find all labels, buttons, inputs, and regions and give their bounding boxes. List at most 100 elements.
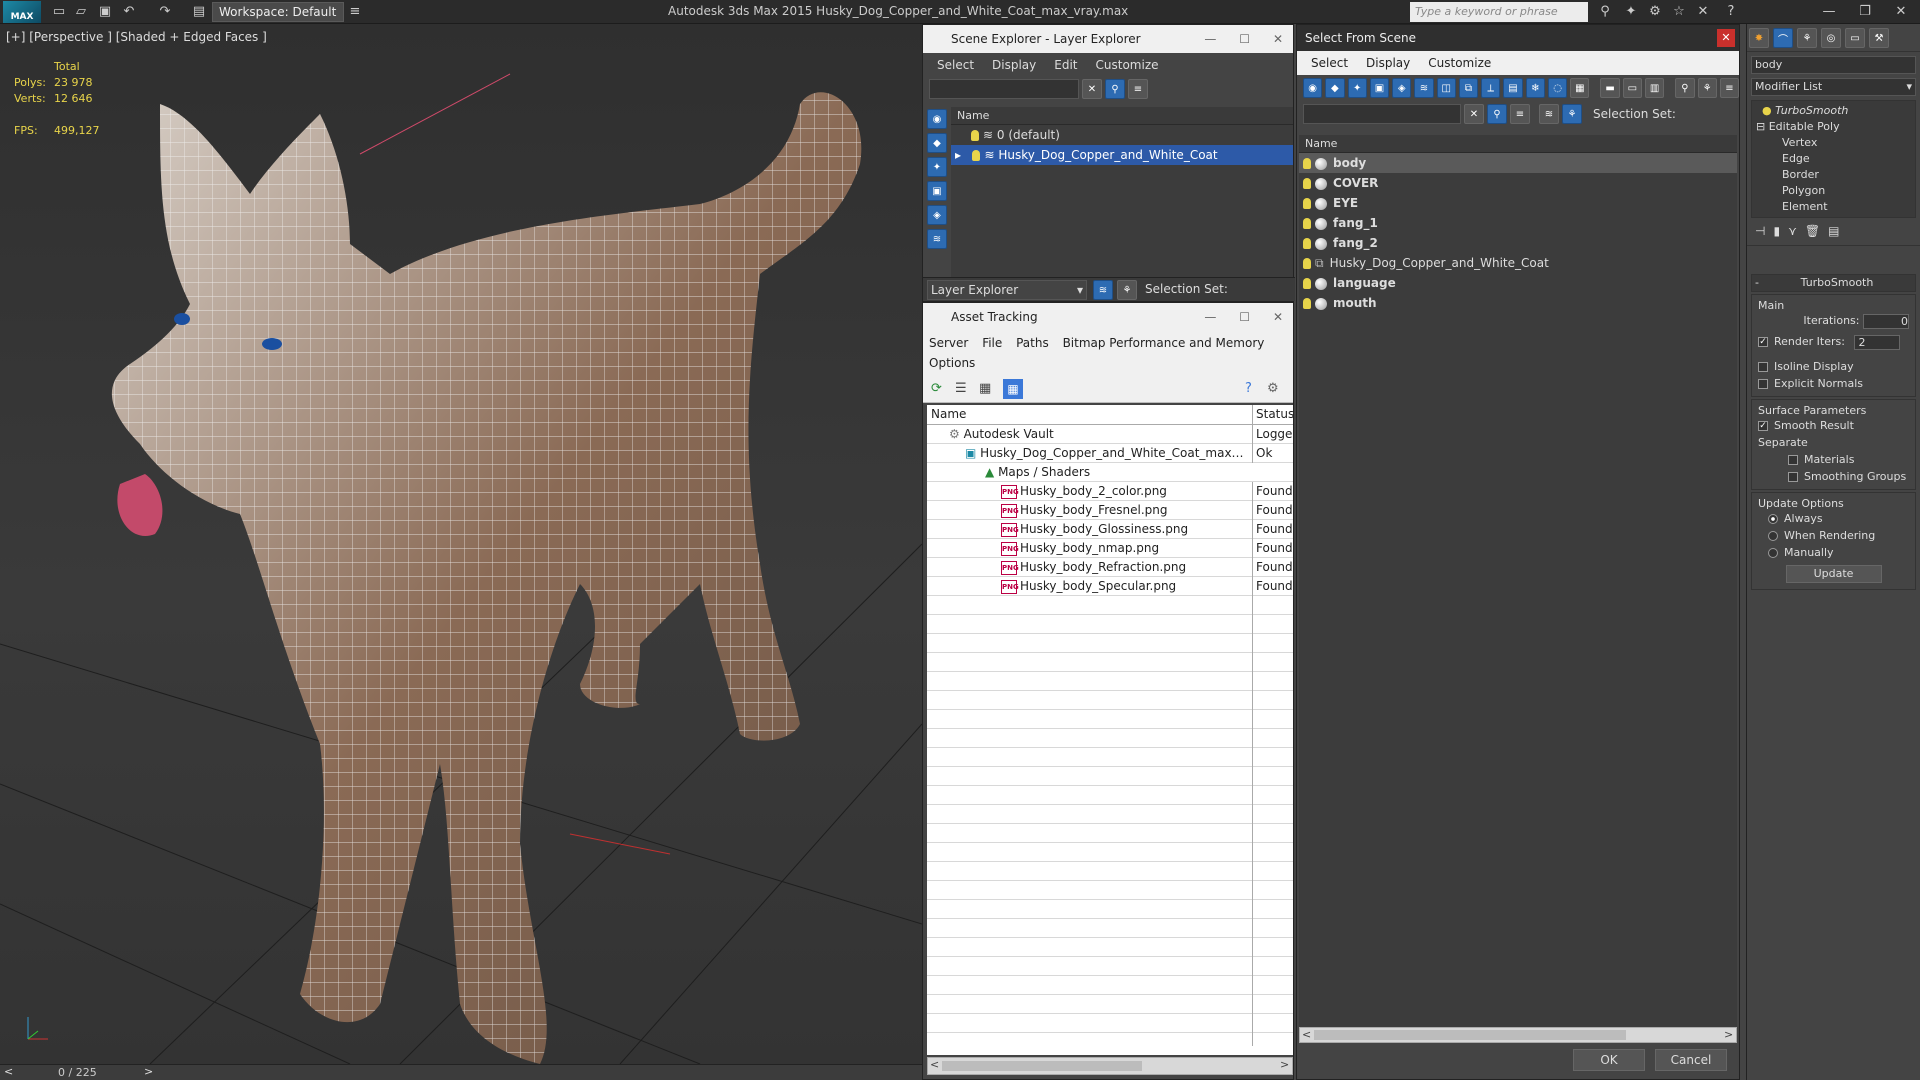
smooth-result-checkbox[interactable]: ✓: [1758, 421, 1768, 431]
select-from-scene-title[interactable]: Select From Scene ✕: [1297, 25, 1739, 51]
layer-column-name[interactable]: Name: [951, 107, 1293, 125]
display-geometry-icon[interactable]: ◉: [927, 109, 947, 129]
exchange-icon[interactable]: ✕: [1694, 3, 1712, 21]
column-status[interactable]: Status: [1252, 405, 1294, 424]
filter-cameras-icon[interactable]: ▣: [1369, 78, 1390, 98]
asset-row[interactable]: ⚙ Autodesk VaultLogged: [927, 425, 1294, 444]
filter-funnel-icon[interactable]: ⚲: [1675, 78, 1695, 98]
menu-select[interactable]: Select: [937, 53, 974, 77]
timeline-prev-icon[interactable]: <: [4, 1065, 13, 1078]
update-always-radio[interactable]: [1768, 514, 1778, 524]
close-icon[interactable]: ✕: [1884, 1, 1918, 23]
asset-row[interactable]: PNGHusky_body_Refraction.png Found: [927, 558, 1293, 577]
filter-frozen-icon[interactable]: ❄: [1525, 78, 1545, 98]
workspace-dropdown[interactable]: Workspace: Default: [212, 2, 344, 22]
asset-horizontal-scrollbar[interactable]: < >: [927, 1057, 1293, 1075]
layers-icon[interactable]: ≋: [1539, 104, 1559, 124]
hierarchy-mode-icon[interactable]: ⚘: [1562, 104, 1582, 124]
explicit-normals-checkbox[interactable]: [1758, 379, 1768, 389]
asset-row[interactable]: PNGHusky_body_2_color.png Found: [927, 482, 1293, 501]
menu-display[interactable]: Display: [992, 53, 1036, 77]
table-view-icon[interactable]: ▦: [1003, 379, 1023, 399]
clear-search-icon[interactable]: ✕: [1082, 79, 1102, 99]
layer-row-default[interactable]: ≋ 0 (default): [951, 125, 1293, 145]
separate-smoothing-checkbox[interactable]: [1788, 472, 1798, 482]
display-layers-icon[interactable]: ≋: [927, 229, 947, 249]
filter-xrefs-icon[interactable]: ⧉: [1458, 78, 1479, 98]
tools-icon[interactable]: ✦: [1622, 3, 1640, 21]
render-iters-checkbox[interactable]: ✓: [1758, 337, 1768, 347]
display-helpers-icon[interactable]: ◈: [927, 205, 947, 225]
menu-customize[interactable]: Customize: [1428, 51, 1491, 75]
visibility-bulb-icon[interactable]: [972, 150, 981, 161]
cancel-button[interactable]: Cancel: [1655, 1049, 1727, 1071]
update-manually-radio[interactable]: [1768, 548, 1778, 558]
utilities-tab-icon[interactable]: ⚒: [1869, 28, 1889, 48]
remove-modifier-icon[interactable]: 🗑: [1805, 224, 1820, 243]
select-none-icon[interactable]: ▭: [1622, 78, 1642, 98]
menu-toggle-icon[interactable]: ≡: [346, 3, 364, 21]
filter-groups-icon[interactable]: ◫: [1436, 78, 1456, 98]
object-row-group[interactable]: ⧉ Husky_Dog_Copper_and_White_Coat: [1299, 253, 1737, 273]
sfs-column-name[interactable]: Name: [1299, 135, 1737, 153]
save-file-icon[interactable]: ▣: [96, 3, 114, 21]
layer-options-icon[interactable]: ≡: [1510, 104, 1530, 124]
show-end-result-icon[interactable]: ▮: [1773, 224, 1780, 243]
render-iters-spinner[interactable]: 2: [1854, 334, 1901, 350]
filter-icon[interactable]: ⚲: [1487, 104, 1507, 124]
options-icon[interactable]: ≡: [1719, 78, 1740, 98]
asset-row[interactable]: PNGHusky_body_nmap.png Found: [927, 539, 1293, 558]
make-unique-icon[interactable]: ⋎: [1788, 224, 1797, 243]
asset-row[interactable]: PNGHusky_body_Specular.png Found: [927, 577, 1293, 596]
layer-find-input[interactable]: [929, 79, 1079, 99]
restore-icon[interactable]: ❐: [1848, 1, 1882, 23]
asset-settings-icon[interactable]: ⚙: [1267, 381, 1279, 396]
asset-row[interactable]: ▣ Husky_Dog_Copper_and_White_Coat_max_vr…: [927, 444, 1293, 463]
menu-options[interactable]: Options: [929, 356, 975, 370]
column-name[interactable]: Name: [927, 405, 1249, 424]
filter-icon[interactable]: ⚲: [1105, 79, 1125, 99]
refresh-icon[interactable]: ⟳: [931, 381, 942, 396]
select-all-icon[interactable]: ▬: [1600, 78, 1620, 98]
isoline-display-checkbox[interactable]: [1758, 362, 1768, 372]
object-row-mouth[interactable]: mouth: [1299, 293, 1737, 313]
turbosmooth-rollout-header[interactable]: - TurboSmooth: [1751, 274, 1916, 292]
scroll-thumb[interactable]: [1314, 1030, 1626, 1040]
scroll-left-icon[interactable]: <: [930, 1058, 939, 1071]
stack-item-border[interactable]: Border: [1752, 167, 1915, 183]
explorer-type-dropdown[interactable]: Layer Explorer ▾: [927, 280, 1087, 300]
perspective-viewport[interactable]: [+] [Perspective ] [Shaded + Edged Faces…: [0, 24, 922, 1064]
sfs-horizontal-scrollbar[interactable]: < >: [1299, 1027, 1737, 1043]
menu-bitmap-performance[interactable]: Bitmap Performance and Memory: [1063, 336, 1265, 350]
new-file-icon[interactable]: ▭: [50, 3, 68, 21]
help-icon[interactable]: ?: [1722, 3, 1740, 21]
filter-helpers-icon[interactable]: ◈: [1392, 78, 1412, 98]
pin-stack-icon[interactable]: ⊣: [1755, 224, 1765, 243]
scroll-right-icon[interactable]: >: [1280, 1058, 1289, 1071]
stack-item-turbosmooth[interactable]: ● TurboSmooth: [1752, 103, 1915, 119]
stack-item-polygon[interactable]: Polygon: [1752, 183, 1915, 199]
object-row-cover[interactable]: COVER: [1299, 173, 1737, 193]
modify-tab-icon[interactable]: ⌒: [1773, 28, 1793, 48]
search-input[interactable]: Type a keyword or phrase: [1410, 2, 1588, 22]
open-file-icon[interactable]: ▱: [72, 3, 90, 21]
stack-item-element[interactable]: Element: [1752, 199, 1915, 215]
menu-server[interactable]: Server: [929, 336, 968, 350]
filter-spacewarps-icon[interactable]: ≋: [1414, 78, 1434, 98]
filter-containers-icon[interactable]: ▤: [1503, 78, 1523, 98]
iterations-spinner[interactable]: 0: [1863, 313, 1909, 329]
configure-sets-icon[interactable]: ▤: [1828, 224, 1839, 243]
object-row-body[interactable]: body: [1299, 153, 1737, 173]
tree-view-icon[interactable]: ▦: [979, 381, 991, 396]
app-logo[interactable]: MAX: [3, 1, 41, 23]
scroll-right-icon[interactable]: >: [1724, 1028, 1733, 1041]
favorites-star-icon[interactable]: ☆: [1670, 3, 1688, 21]
stack-item-editable-poly[interactable]: ⊟ Editable Poly: [1752, 119, 1915, 135]
ok-button[interactable]: OK: [1573, 1049, 1645, 1071]
husky-dog-model[interactable]: [100, 44, 900, 1064]
asset-row[interactable]: PNGHusky_body_Glossiness.png Found: [927, 520, 1293, 539]
stack-item-vertex[interactable]: Vertex: [1752, 135, 1915, 151]
viewport-label[interactable]: [+] [Perspective ] [Shaded + Edged Faces…: [6, 30, 267, 44]
hierarchy-icon[interactable]: ⚘: [1117, 280, 1137, 300]
menu-edit[interactable]: Edit: [1054, 53, 1077, 77]
